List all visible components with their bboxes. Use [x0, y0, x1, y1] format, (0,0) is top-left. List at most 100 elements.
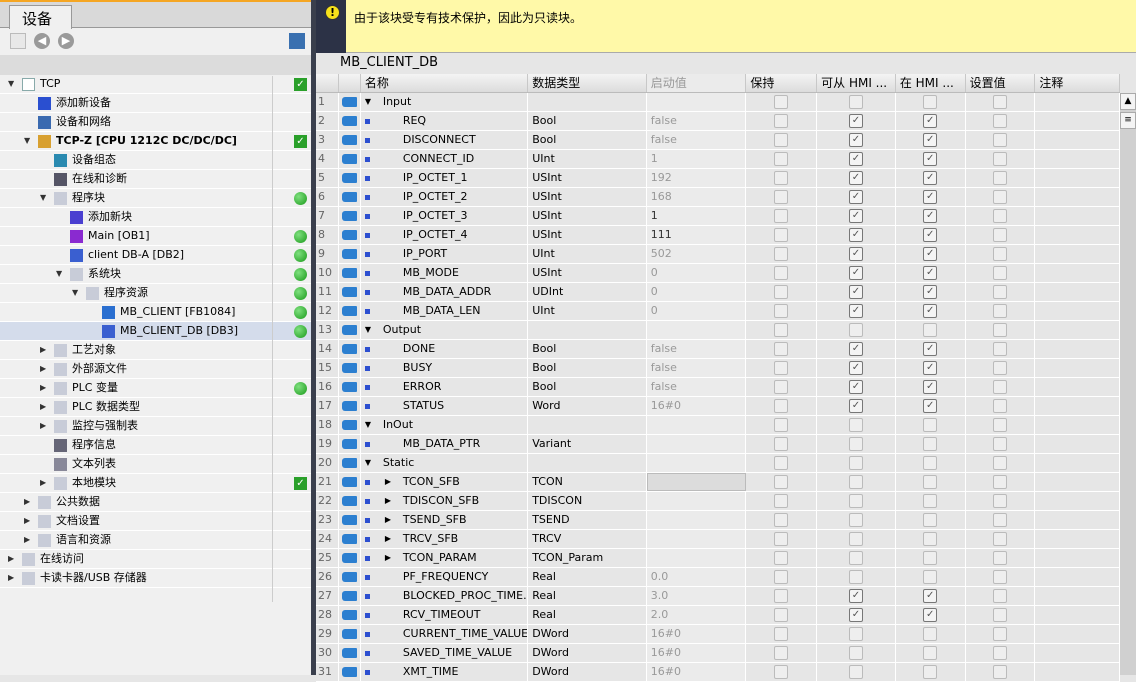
- comment-cell[interactable]: [1035, 226, 1120, 244]
- name-cell[interactable]: BLOCKED_PROC_TIME...: [361, 587, 529, 605]
- hmi-visible-checkbox[interactable]: [923, 95, 938, 109]
- setpoint-checkbox[interactable]: [992, 570, 1007, 584]
- column-header[interactable]: [339, 74, 361, 92]
- name-cell[interactable]: ▶ TRCV_SFB: [361, 530, 529, 548]
- table-row[interactable]: 13 ▼ Output: [316, 321, 1120, 340]
- setpoint-checkbox[interactable]: [992, 551, 1007, 565]
- start-value-cell[interactable]: 0.0: [646, 568, 747, 586]
- name-cell[interactable]: IP_OCTET_3: [361, 207, 529, 225]
- expand-icon[interactable]: ▶: [385, 473, 391, 491]
- hmi-visible-checkbox[interactable]: ✓: [923, 209, 938, 223]
- setpoint-checkbox[interactable]: [992, 114, 1007, 128]
- expand-right-icon[interactable]: ▶: [8, 569, 14, 587]
- hmi-accessible-checkbox[interactable]: [848, 95, 863, 109]
- hmi-visible-checkbox[interactable]: ✓: [923, 380, 938, 394]
- hmi-accessible-checkbox[interactable]: ✓: [848, 190, 863, 204]
- tree-item[interactable]: ▶ PLC 数据类型: [0, 398, 311, 417]
- comment-cell[interactable]: [1035, 207, 1120, 225]
- hmi-accessible-checkbox[interactable]: [848, 627, 863, 641]
- name-cell[interactable]: ▶ TCON_PARAM: [361, 549, 529, 567]
- name-cell[interactable]: MB_MODE: [361, 264, 529, 282]
- table-row[interactable]: 16 ERROR Bool false ✓ ✓: [316, 378, 1120, 397]
- retain-checkbox[interactable]: [774, 209, 789, 223]
- column-header[interactable]: [316, 74, 339, 92]
- setpoint-checkbox[interactable]: [992, 608, 1007, 622]
- setpoint-checkbox[interactable]: [992, 304, 1007, 318]
- name-cell[interactable]: ERROR: [361, 378, 529, 396]
- table-row[interactable]: 27 BLOCKED_PROC_TIME... Real 3.0 ✓ ✓: [316, 587, 1120, 606]
- hmi-accessible-checkbox[interactable]: [848, 532, 863, 546]
- expand-down-icon[interactable]: ▼: [56, 265, 62, 283]
- comment-cell[interactable]: [1035, 302, 1120, 320]
- hmi-visible-checkbox[interactable]: ✓: [923, 608, 938, 622]
- collapse-icon[interactable]: ▼: [365, 416, 371, 434]
- datatype-cell[interactable]: DWord: [528, 625, 647, 643]
- table-row[interactable]: 18 ▼ InOut: [316, 416, 1120, 435]
- tree-item[interactable]: ▶ 语言和资源: [0, 531, 311, 550]
- datatype-cell[interactable]: [528, 454, 647, 472]
- hmi-accessible-checkbox[interactable]: ✓: [848, 133, 863, 147]
- name-cell[interactable]: ▼ Static: [361, 454, 529, 472]
- datatype-cell[interactable]: DWord: [528, 644, 647, 662]
- expand-right-icon[interactable]: ▶: [24, 493, 30, 511]
- name-cell[interactable]: ▼ InOut: [361, 416, 529, 434]
- datatype-cell[interactable]: USInt: [528, 207, 647, 225]
- hmi-accessible-checkbox[interactable]: ✓: [848, 228, 863, 242]
- tree-item[interactable]: 设备和网络: [0, 113, 311, 132]
- tree-item[interactable]: ▼ TCP-Z [CPU 1212C DC/DC/DC] ✓: [0, 132, 311, 151]
- expand-right-icon[interactable]: ▶: [40, 360, 46, 378]
- hmi-accessible-checkbox[interactable]: ✓: [848, 152, 863, 166]
- column-header[interactable]: 启动值: [646, 74, 747, 92]
- retain-checkbox[interactable]: [774, 133, 789, 147]
- datatype-cell[interactable]: TCON: [528, 473, 647, 491]
- comment-cell[interactable]: [1035, 131, 1120, 149]
- hmi-accessible-checkbox[interactable]: ✓: [848, 285, 863, 299]
- comment-cell[interactable]: [1035, 321, 1120, 339]
- setpoint-checkbox[interactable]: [992, 361, 1007, 375]
- name-cell[interactable]: IP_OCTET_4: [361, 226, 529, 244]
- start-value-cell[interactable]: [646, 492, 747, 510]
- name-cell[interactable]: XMT_TIME: [361, 663, 529, 681]
- expand-down-icon[interactable]: ▼: [72, 284, 78, 302]
- hmi-accessible-checkbox[interactable]: [848, 437, 863, 451]
- table-row[interactable]: 10 MB_MODE USInt 0 ✓ ✓: [316, 264, 1120, 283]
- name-cell[interactable]: CONNECT_ID: [361, 150, 529, 168]
- column-header[interactable]: 设置值: [966, 74, 1036, 92]
- start-value-cell[interactable]: 168: [646, 188, 747, 206]
- hmi-accessible-checkbox[interactable]: [848, 323, 863, 337]
- datatype-cell[interactable]: Bool: [528, 112, 647, 130]
- hmi-visible-checkbox[interactable]: [923, 418, 938, 432]
- setpoint-checkbox[interactable]: [992, 247, 1007, 261]
- setpoint-checkbox[interactable]: [992, 190, 1007, 204]
- column-header[interactable]: 保持: [746, 74, 818, 92]
- tree-item[interactable]: ▶ 卡读卡器/USB 存储器: [0, 569, 311, 588]
- start-value-cell[interactable]: 1: [646, 207, 747, 225]
- start-value-cell[interactable]: false: [646, 340, 747, 358]
- tree-item[interactable]: ▶ 在线访问: [0, 550, 311, 569]
- tree-item[interactable]: ▼ 系统块: [0, 265, 311, 284]
- table-row[interactable]: 28 RCV_TIMEOUT Real 2.0 ✓ ✓: [316, 606, 1120, 625]
- expand-right-icon[interactable]: ▶: [40, 398, 46, 416]
- retain-checkbox[interactable]: [774, 418, 789, 432]
- name-cell[interactable]: ▶ TCON_SFB: [361, 473, 529, 491]
- table-row[interactable]: 21 ▶ TCON_SFB TCON: [316, 473, 1120, 492]
- tree-item[interactable]: ▼ 程序资源: [0, 284, 311, 303]
- hmi-visible-checkbox[interactable]: ✓: [923, 152, 938, 166]
- datatype-cell[interactable]: Real: [528, 568, 647, 586]
- tree-item[interactable]: ▼ 程序块: [0, 189, 311, 208]
- comment-cell[interactable]: [1035, 492, 1120, 510]
- tree-item[interactable]: ▶ 本地模块 ✓: [0, 474, 311, 493]
- scroll-menu-button[interactable]: ≡: [1120, 112, 1136, 129]
- hmi-accessible-checkbox[interactable]: [848, 456, 863, 470]
- comment-cell[interactable]: [1035, 663, 1120, 681]
- table-row[interactable]: 9 IP_PORT UInt 502 ✓ ✓: [316, 245, 1120, 264]
- start-value-cell[interactable]: [646, 454, 747, 472]
- hmi-accessible-checkbox[interactable]: ✓: [848, 399, 863, 413]
- setpoint-checkbox[interactable]: [992, 266, 1007, 280]
- retain-checkbox[interactable]: [774, 570, 789, 584]
- setpoint-checkbox[interactable]: [992, 418, 1007, 432]
- name-cell[interactable]: REQ: [361, 112, 529, 130]
- retain-checkbox[interactable]: [774, 114, 789, 128]
- tree-item[interactable]: ▶ 工艺对象: [0, 341, 311, 360]
- hmi-visible-checkbox[interactable]: [923, 646, 938, 660]
